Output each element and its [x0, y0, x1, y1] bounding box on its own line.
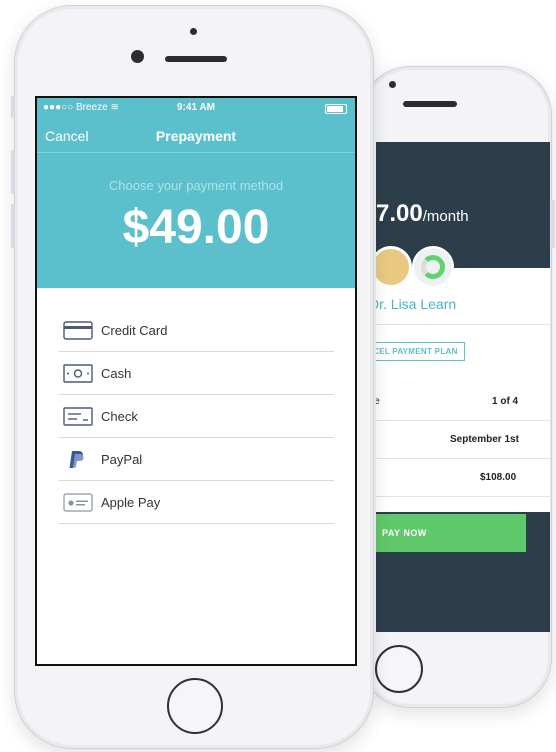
- payment-prompt: Choose your payment method: [108, 178, 284, 193]
- front-sensor: [190, 28, 197, 35]
- nav-bar: Cancel Prepayment: [37, 122, 355, 153]
- method-apple-pay[interactable]: Apple Pay: [59, 481, 334, 524]
- method-credit-card[interactable]: Credit Card: [59, 309, 334, 352]
- installment-value: 1 of 4: [492, 396, 519, 407]
- apple-pay-icon: [63, 493, 93, 512]
- volume-down-button: [11, 204, 15, 248]
- battery-icon: [325, 104, 347, 114]
- clock: 9:41 AM: [177, 102, 215, 113]
- progress-ring-icon: [421, 255, 445, 279]
- method-paypal[interactable]: PayPal: [59, 438, 334, 481]
- method-label: PayPal: [101, 452, 143, 467]
- home-button[interactable]: [167, 678, 223, 734]
- cash-icon: [63, 364, 93, 383]
- cancel-plan-button[interactable]: CEL PAYMENT PLAN: [376, 342, 465, 361]
- divider: [376, 496, 550, 497]
- progress-avatar: [412, 246, 454, 288]
- method-label: Credit Card: [101, 323, 168, 338]
- back-side-button: [551, 200, 555, 248]
- credit-card-icon: [63, 321, 93, 340]
- plan-card: Dr. Lisa Learn CEL PAYMENT PLAN le 1 of …: [376, 246, 550, 512]
- payment-header: ●●●○○ Breeze ≋ 9:41 AM Cancel Prepayment…: [37, 98, 355, 288]
- installment-label: le: [376, 396, 380, 407]
- front-camera-icon: [131, 50, 144, 63]
- method-check[interactable]: Check: [59, 395, 334, 438]
- divider: [376, 420, 550, 421]
- status-bar: ●●●○○ Breeze ≋ 9:41 AM: [37, 102, 355, 116]
- method-label: Check: [101, 409, 138, 424]
- back-front-sensor: [389, 81, 396, 88]
- total-value: $108.00: [480, 472, 517, 483]
- front-speaker: [165, 56, 227, 62]
- back-home-button[interactable]: [375, 645, 423, 693]
- page-title: Prepayment: [155, 128, 237, 144]
- doctor-avatar: [376, 246, 412, 288]
- method-cash[interactable]: Cash: [59, 352, 334, 395]
- volume-up-button: [11, 150, 15, 194]
- check-icon: [63, 407, 93, 426]
- method-label: Cash: [101, 366, 132, 381]
- doctor-name: Dr. Lisa Learn: [376, 296, 457, 312]
- back-speaker: [403, 101, 457, 107]
- payment-amount: $49.00: [122, 201, 270, 254]
- back-screen: 7.00/month Dr. Lisa Learn CEL PAYMENT PL…: [376, 142, 550, 632]
- front-screen: ●●●○○ Breeze ≋ 9:41 AM Cancel Prepayment…: [35, 96, 357, 666]
- next-date-value: September 1st: [450, 434, 519, 445]
- method-label: Apple Pay: [101, 495, 161, 510]
- pay-now-button[interactable]: PAY NOW: [376, 514, 526, 552]
- divider: [376, 458, 550, 459]
- paypal-icon: [69, 451, 84, 468]
- divider: [376, 324, 550, 325]
- monthly-price: 7.00/month: [376, 200, 469, 227]
- payment-method-list: Credit Card Cash Check PayPal Apple Pay: [59, 309, 334, 524]
- mute-switch: [11, 96, 15, 118]
